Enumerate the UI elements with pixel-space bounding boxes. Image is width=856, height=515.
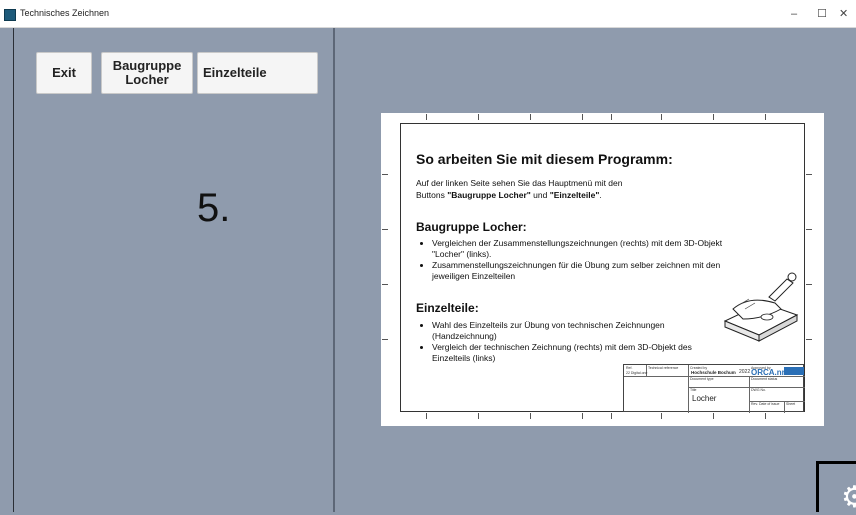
- orca-logo-image: [784, 367, 804, 375]
- list-item: Vergleichen der Zusammenstellungszeichnu…: [432, 238, 732, 259]
- tb-label-title: Title: [690, 388, 697, 392]
- tb-label-date: Date of issue: [759, 402, 780, 406]
- app-icon: [4, 9, 16, 21]
- list-item: Zusammenstellungszeichnungen für die Übu…: [432, 260, 732, 281]
- tb-label-tech-ref: Technical reference: [648, 366, 679, 370]
- intro-line-1: Auf der linken Seite sehen Sie das Haupt…: [416, 178, 623, 188]
- window-title: Technisches Zeichnen: [20, 8, 110, 18]
- tb-part-name: Locher: [692, 394, 717, 403]
- hole-punch-illustration: [723, 272, 799, 342]
- intro-line-2-suffix: .: [599, 190, 602, 200]
- instructions-title: So arbeiten Sie mit diesem Programm:: [416, 151, 673, 167]
- instruction-sheet: So arbeiten Sie mit diesem Programm: Auf…: [381, 113, 824, 426]
- drawing-frame: So arbeiten Sie mit diesem Programm: Auf…: [382, 114, 812, 419]
- intro-einzelteile: "Einzelteile": [549, 190, 600, 200]
- baugruppe-locher-button[interactable]: Baugruppe Locher: [101, 52, 193, 94]
- settings-button[interactable]: ⚙: [816, 461, 856, 514]
- intro-line-2-mid: und: [530, 190, 550, 200]
- maximize-icon[interactable]: ☐: [811, 4, 833, 24]
- close-icon[interactable]: ✕: [839, 4, 856, 24]
- tb-label-ref: Ref.: [626, 366, 633, 370]
- intro-baugruppe: "Baugruppe Locher": [447, 190, 531, 200]
- tb-label-docstatus: Document status: [751, 377, 778, 381]
- section-baugruppe-list: Vergleichen der Zusammenstellungszeichnu…: [416, 238, 732, 282]
- tb-origin: 22 Digital.one: [626, 371, 648, 375]
- tb-label-dwg: DWG No.: [751, 388, 766, 392]
- tb-year: 2022: [739, 369, 751, 375]
- section-einzelteile-title: Einzelteile:: [416, 301, 479, 315]
- einzelteile-button[interactable]: Einzelteile: [197, 52, 318, 94]
- tb-label-sheet: Sheet: [786, 402, 796, 406]
- tb-label-rev: Rev.: [751, 402, 758, 406]
- tb-label-doctype: Document type: [690, 377, 714, 381]
- exit-button[interactable]: Exit: [36, 52, 92, 94]
- intro-line-2-prefix: Buttons: [416, 190, 448, 200]
- list-item: Wahl des Einzelteils zur Übung von techn…: [432, 320, 717, 341]
- instructions-intro: Auf der linken Seite sehen Sie das Haupt…: [416, 177, 736, 201]
- list-item: Vergleich der technischen Zeichnung (rec…: [432, 342, 717, 363]
- drawing-title-block: Ref. Technical reference Created by Appr…: [623, 364, 805, 413]
- window-titlebar: Technisches Zeichnen – ☐ ✕: [0, 0, 856, 28]
- section-einzelteile-list: Wahl des Einzelteils zur Übung von techn…: [416, 320, 717, 364]
- main-menu-pane: [0, 28, 333, 512]
- step-number: 5.: [197, 186, 231, 230]
- left-edge-line: [13, 28, 14, 512]
- gear-icon: ⚙: [841, 481, 856, 514]
- section-baugruppe-title: Baugruppe Locher:: [416, 220, 527, 234]
- tb-school: Hochschule Bochum: [691, 370, 736, 375]
- minimize-icon[interactable]: –: [783, 4, 805, 24]
